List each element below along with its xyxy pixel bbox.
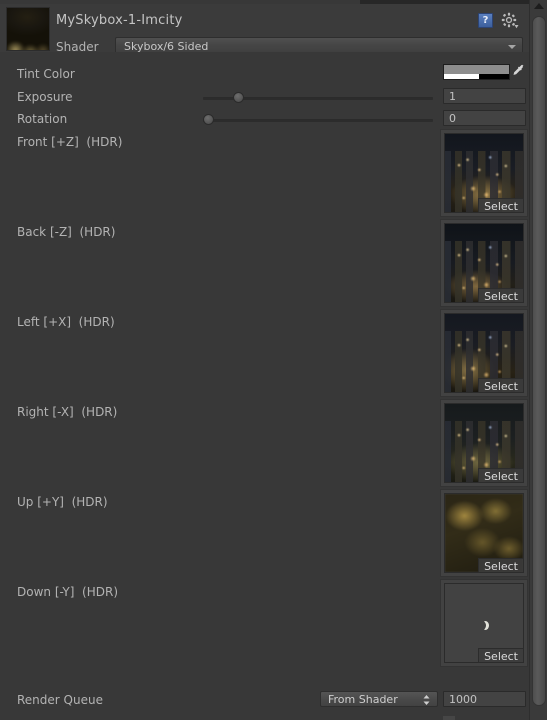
select-button-up[interactable]: Select — [478, 558, 524, 573]
exposure-value: 1 — [449, 90, 456, 103]
properties-area: Tint Color Exposure 1 Rotation 0 Front [… — [0, 52, 529, 720]
select-button-down[interactable]: Select — [478, 648, 524, 663]
texture-slot-back[interactable]: Select — [440, 219, 528, 307]
texture-label-up: Up [+Y] (HDR) — [17, 495, 108, 509]
texture-label-down: Down [-Y] (HDR) — [17, 585, 119, 599]
exposure-label: Exposure — [17, 90, 73, 104]
texture-slot-right[interactable]: Select — [440, 399, 528, 487]
scroll-up-arrow-icon[interactable] — [534, 3, 544, 9]
scrollbar-thumb[interactable] — [532, 16, 546, 706]
render-queue-value: 1000 — [449, 693, 477, 706]
texture-slot-front[interactable]: Select — [440, 129, 528, 217]
tint-color-swatch[interactable] — [443, 64, 510, 80]
tint-color-label: Tint Color — [17, 67, 75, 81]
rotation-slider-thumb[interactable] — [203, 114, 214, 125]
help-book-icon[interactable]: ? — [478, 13, 493, 28]
select-button-right[interactable]: Select — [478, 468, 524, 483]
select-button-front[interactable]: Select — [478, 198, 524, 213]
material-preview-thumbnail[interactable] — [6, 7, 50, 51]
exposure-value-field[interactable]: 1 — [443, 88, 526, 104]
render-queue-value-field[interactable]: 1000 — [443, 691, 526, 707]
texture-label-left: Left [+X] (HDR) — [17, 315, 115, 329]
texture-label-right: Right [-X] (HDR) — [17, 405, 118, 419]
select-button-back[interactable]: Select — [478, 288, 524, 303]
exposure-slider-thumb[interactable] — [233, 92, 244, 103]
inspector-panel: MySkybox-1-Imcity ? Shader Skybox/6 Side… — [0, 0, 547, 720]
vertical-scrollbar[interactable] — [529, 0, 547, 720]
texture-slot-left[interactable]: Select — [440, 309, 528, 397]
texture-label-front: Front [+Z] (HDR) — [17, 135, 123, 149]
texture-label-back: Back [-Z] (HDR) — [17, 225, 116, 239]
rotation-slider-track[interactable] — [203, 119, 433, 122]
rotation-value-field[interactable]: 0 — [443, 110, 526, 126]
rotation-value: 0 — [449, 112, 456, 125]
page-title: MySkybox-1-Imcity — [56, 13, 183, 28]
chevron-down-icon — [508, 45, 516, 49]
tint-color-alpha-bar — [444, 74, 509, 79]
texture-slot-up[interactable]: Select — [440, 489, 528, 577]
up-down-arrows-icon — [423, 695, 430, 705]
cutoff-field — [443, 716, 455, 720]
eyedropper-icon[interactable] — [512, 64, 526, 80]
render-queue-mode-value: From Shader — [328, 693, 398, 706]
render-queue-label: Render Queue — [17, 693, 103, 707]
select-button-left[interactable]: Select — [478, 378, 524, 393]
rotation-label: Rotation — [17, 112, 68, 126]
gear-icon[interactable] — [501, 12, 519, 30]
render-queue-mode-dropdown[interactable]: From Shader — [320, 691, 438, 707]
material-header: MySkybox-1-Imcity ? Shader Skybox/6 Side… — [0, 4, 529, 54]
texture-slot-down[interactable]: Select — [440, 579, 528, 667]
